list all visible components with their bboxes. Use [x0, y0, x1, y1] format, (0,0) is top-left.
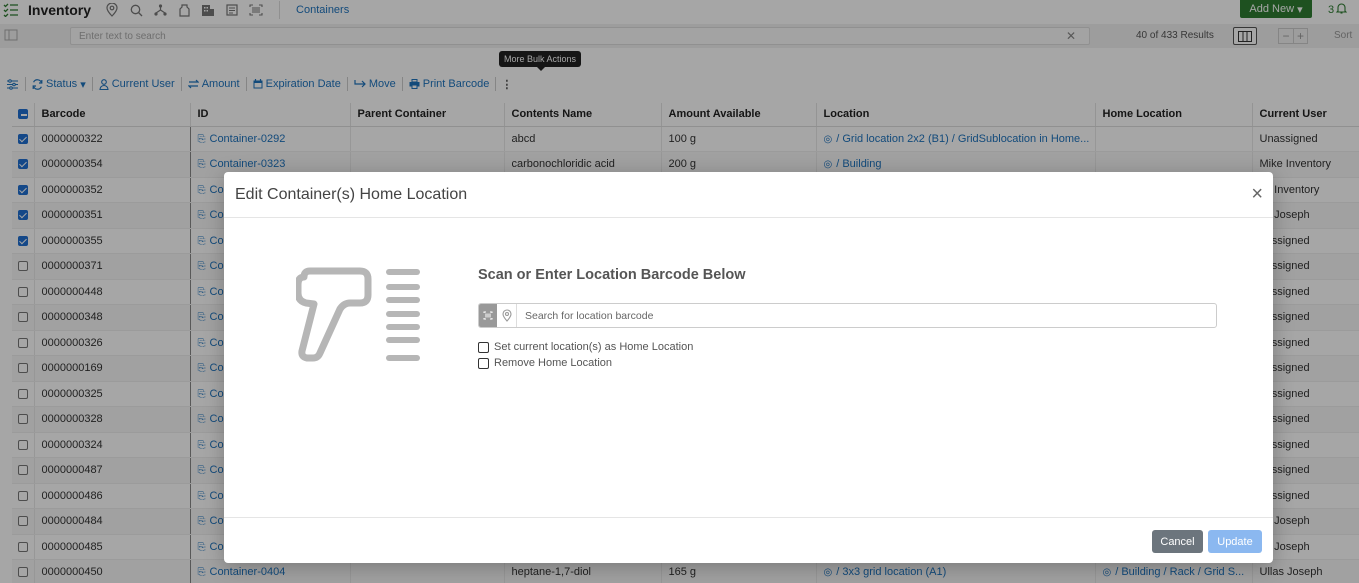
location-barcode-input[interactable]	[517, 304, 1216, 327]
set-current-as-home-checkbox[interactable]	[478, 341, 489, 353]
modal-title: Edit Container(s) Home Location	[235, 185, 468, 203]
scan-heading: Scan or Enter Location Barcode Below	[478, 267, 746, 283]
location-barcode-search	[478, 303, 1217, 328]
set-current-as-home-option[interactable]: Set current location(s) as Home Location	[478, 341, 693, 353]
modal-footer: Cancel Update	[224, 517, 1273, 563]
set-current-as-home-label: Set current location(s) as Home Location	[494, 341, 694, 353]
remove-home-location-checkbox[interactable]	[478, 357, 489, 369]
barcode-icon	[483, 311, 493, 320]
barcode-scanner-illustration	[296, 267, 420, 362]
update-button[interactable]: Update	[1208, 530, 1262, 553]
location-pin-icon[interactable]	[497, 304, 517, 327]
remove-home-location-option[interactable]: Remove Home Location	[478, 357, 612, 369]
close-icon[interactable]: ×	[1251, 184, 1263, 204]
modal-header: Edit Container(s) Home Location	[224, 172, 1273, 218]
cancel-button[interactable]: Cancel	[1152, 530, 1203, 553]
barcode-scan-button[interactable]	[479, 304, 497, 327]
remove-home-location-label: Remove Home Location	[494, 357, 613, 369]
edit-home-location-modal: Edit Container(s) Home Location × Scan o…	[224, 172, 1273, 563]
